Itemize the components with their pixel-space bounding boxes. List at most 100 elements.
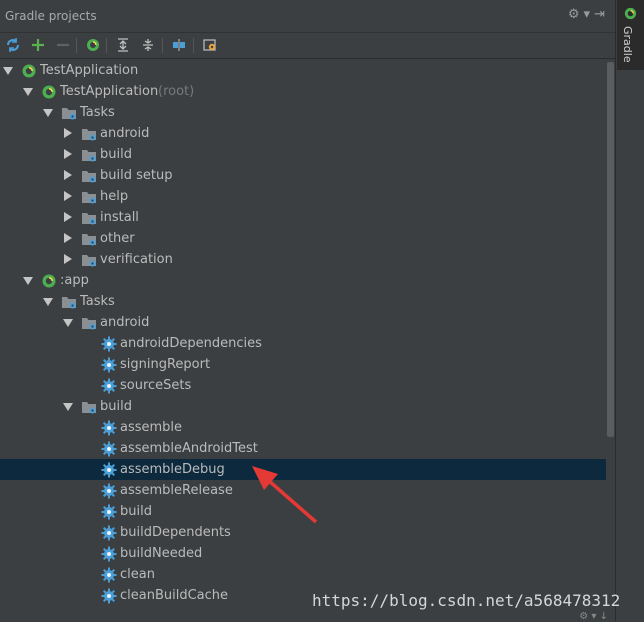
gradle-icon (41, 273, 57, 289)
watermark: https://blog.csdn.net/a568478312 (312, 591, 621, 610)
tree-row[interactable]: android (0, 312, 606, 333)
vertical-scrollbar[interactable] (606, 60, 615, 621)
tree-row-label: other (100, 231, 135, 246)
folder-icon (81, 189, 97, 205)
tree-row[interactable]: other (0, 228, 606, 249)
gradle-tab-icon (624, 7, 637, 20)
collapsed-arrow-icon[interactable] (64, 212, 72, 222)
gear-icon (101, 462, 117, 478)
gradle-settings-icon[interactable] (200, 35, 220, 55)
collapse-all-icon[interactable] (138, 35, 158, 55)
collapsed-arrow-icon[interactable] (64, 170, 72, 180)
gear-icon (101, 378, 117, 394)
add-icon[interactable] (28, 35, 48, 55)
tree-row-label: assemble (120, 420, 183, 435)
tree-row[interactable]: assembleAndroidTest (0, 438, 606, 459)
collapsed-arrow-icon[interactable] (64, 149, 72, 159)
tree-row[interactable]: sourceSets (0, 375, 606, 396)
gear-icon (101, 441, 117, 457)
tool-window-strip: Gradle (615, 0, 644, 621)
tree-row-label: buildNeeded (120, 546, 203, 561)
tree-row[interactable]: :app (0, 270, 606, 291)
gear-icon (101, 546, 117, 562)
tree-row-label: buildDependents (120, 525, 231, 540)
tree-row[interactable]: TestApplication (0, 60, 606, 81)
collapsed-arrow-icon[interactable] (64, 254, 72, 264)
expanded-arrow-icon[interactable] (23, 88, 33, 96)
tree-row[interactable]: build setup (0, 165, 606, 186)
collapsed-arrow-icon[interactable] (64, 128, 72, 138)
folder-icon (81, 252, 97, 268)
gear-icon (101, 420, 117, 436)
gradle-project-tree: TestApplication TestApplication (root) Tas… (0, 60, 606, 621)
tree-row-label: assembleDebug (120, 462, 225, 477)
expand-all-icon[interactable] (113, 35, 133, 55)
expanded-arrow-icon[interactable] (43, 298, 53, 306)
tree-row-label: verification (100, 252, 173, 267)
tree-row-label: build (120, 504, 152, 519)
folder-icon (81, 168, 97, 184)
gear-icon (101, 567, 117, 583)
tree-row[interactable]: Tasks (0, 291, 606, 312)
gear-icon (101, 525, 117, 541)
tree-row-label: help (100, 189, 129, 204)
tree-row-label: build setup (100, 168, 173, 183)
tree-row-label: cleanBuildCache (120, 588, 229, 603)
gear-icon (101, 483, 117, 499)
tree-row[interactable]: assemble (0, 417, 606, 438)
tree-row-label: Tasks (80, 294, 115, 309)
folder-icon (81, 126, 97, 142)
tree-row-label: clean (120, 567, 155, 582)
tree-row-label: TestApplication (60, 84, 159, 99)
bottom-controls: ⚙ ▾ ↓ (579, 611, 608, 622)
tree-row-label: build (100, 147, 132, 162)
folder-icon (61, 105, 77, 121)
tree-row-extra: (root) (158, 84, 195, 99)
tree-row-label: signingReport (120, 357, 211, 372)
expanded-arrow-icon[interactable] (43, 109, 53, 117)
toolbar (0, 33, 615, 59)
scrollbar-thumb[interactable] (607, 62, 614, 437)
gear-icon (101, 504, 117, 520)
tree-row[interactable]: install (0, 207, 606, 228)
tree-row[interactable]: android (0, 123, 606, 144)
tree-row-label: install (100, 210, 139, 225)
gradle-icon (21, 63, 37, 79)
panel-header: Gradle projects ⚙▾⇥ (0, 0, 615, 33)
expanded-arrow-icon[interactable] (3, 67, 13, 75)
expanded-arrow-icon[interactable] (63, 403, 73, 411)
annotation-arrow (252, 466, 318, 524)
settings-gear-icon[interactable]: ⚙▾ (568, 7, 594, 22)
gradle-sync-icon[interactable] (83, 35, 103, 55)
tree-row[interactable]: verification (0, 249, 606, 270)
gradle-tool-tab[interactable]: Gradle (617, 0, 644, 70)
tree-row-label: sourceSets (120, 378, 192, 393)
expanded-arrow-icon[interactable] (63, 319, 73, 327)
folder-icon (81, 231, 97, 247)
attach-project-icon[interactable] (169, 35, 189, 55)
collapsed-arrow-icon[interactable] (64, 191, 72, 201)
tree-row[interactable]: build (0, 396, 606, 417)
gradle-icon (41, 84, 57, 100)
tree-row-label: assembleRelease (120, 483, 233, 498)
expanded-arrow-icon[interactable] (23, 277, 33, 285)
gear-icon (101, 336, 117, 352)
tree-row[interactable]: signingReport (0, 354, 606, 375)
gear-icon (101, 357, 117, 373)
tree-row[interactable]: Tasks (0, 102, 606, 123)
folder-icon (81, 315, 97, 331)
remove-icon[interactable] (53, 35, 73, 55)
folder-icon (81, 147, 97, 163)
tree-row[interactable]: help (0, 186, 606, 207)
tree-row[interactable]: androidDependencies (0, 333, 606, 354)
tree-row[interactable]: buildNeeded (0, 543, 606, 564)
tree-row-label: TestApplication (40, 63, 139, 78)
tree-row[interactable]: build (0, 144, 606, 165)
tree-row-label: Tasks (80, 105, 115, 120)
refresh-icon[interactable] (3, 35, 23, 55)
tree-row[interactable]: TestApplication (root) (0, 81, 606, 102)
tree-row[interactable]: clean (0, 564, 606, 585)
collapsed-arrow-icon[interactable] (64, 233, 72, 243)
hide-panel-icon[interactable]: ⇥ (594, 7, 609, 22)
tree-row-label: :app (60, 273, 89, 288)
